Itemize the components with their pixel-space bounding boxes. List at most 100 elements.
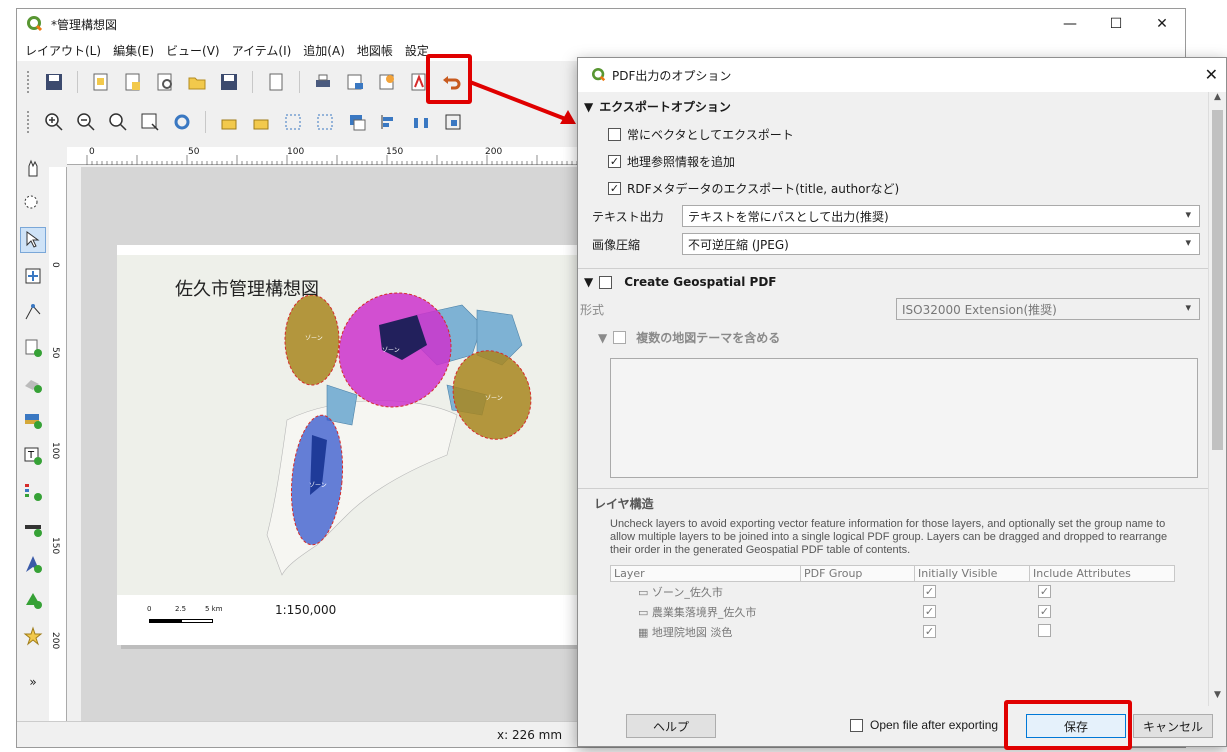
cancel-button[interactable]: キャンセル — [1133, 714, 1213, 738]
raise-icon[interactable] — [344, 109, 370, 135]
add-marker-icon[interactable] — [20, 623, 46, 649]
menu-atlas[interactable]: 地図帳 — [357, 42, 393, 59]
minimize-button[interactable]: — — [1047, 9, 1093, 39]
move-content-icon[interactable] — [20, 263, 46, 289]
themes-list[interactable] — [610, 358, 1198, 478]
zoom-actual-icon[interactable] — [105, 109, 131, 135]
themes-checkbox[interactable] — [613, 331, 627, 344]
close-button[interactable]: ✕ — [1139, 9, 1185, 39]
layer-group[interactable] — [801, 622, 915, 642]
table-row[interactable]: ▭ ゾーン_佐久市 ✓ ✓ — [611, 582, 1175, 602]
resize-icon[interactable] — [440, 109, 466, 135]
attrs-checkbox[interactable]: ✓ — [1038, 585, 1051, 599]
scale-text[interactable]: 1:150,000 — [275, 603, 336, 617]
geospatial-header[interactable]: ▼ Create Geospatial PDF — [578, 269, 1208, 295]
table-row[interactable]: ▦ 地理院地図 淡色 ✓ — [611, 622, 1175, 642]
save-icon[interactable] — [41, 69, 67, 95]
refresh-icon[interactable] — [169, 109, 195, 135]
attrs-checkbox[interactable]: ✓ — [1038, 605, 1051, 618]
menu-item[interactable]: アイテム(I) — [232, 42, 292, 59]
geospatial-checkbox[interactable] — [599, 275, 613, 289]
zoom-out-icon[interactable] — [73, 109, 99, 135]
zoom-full-icon[interactable] — [137, 109, 163, 135]
menu-edit[interactable]: 編集(E) — [113, 42, 154, 59]
format-label: 形式 — [580, 302, 605, 317]
rdf-row[interactable]: ✓ RDFメタデータのエクスポート(title, authorなど) — [578, 175, 1208, 202]
zoom-in-icon[interactable] — [41, 109, 67, 135]
export-image-icon[interactable] — [342, 69, 368, 95]
zoom-tool-icon[interactable] — [20, 191, 46, 217]
align-icon[interactable] — [376, 109, 402, 135]
add-page-icon[interactable] — [20, 335, 46, 361]
layer-table[interactable]: Layer PDF Group Initially Visible Includ… — [610, 565, 1175, 642]
georef-checkbox[interactable]: ✓ — [608, 155, 621, 168]
layer-group[interactable] — [801, 582, 915, 602]
new-layout-icon[interactable] — [88, 69, 114, 95]
open-template-icon[interactable] — [184, 69, 210, 95]
add-shape-icon[interactable] — [20, 587, 46, 613]
column-header[interactable]: PDF Group — [800, 565, 915, 582]
add-north-arrow-icon[interactable] — [20, 551, 46, 577]
print-icon[interactable] — [310, 69, 336, 95]
scroll-down-icon[interactable]: ▼ — [1209, 690, 1226, 706]
menu-layout[interactable]: レイアウト(L) — [25, 42, 101, 59]
export-options-header[interactable]: ▼ エクスポートオプション — [578, 92, 1208, 121]
add-label-icon[interactable]: T — [20, 443, 46, 469]
image-compress-label: 画像圧縮 — [592, 237, 641, 252]
edit-nodes-icon[interactable] — [20, 299, 46, 325]
text-export-select[interactable]: テキストを常にパスとして出力(推奨) — [682, 205, 1200, 227]
visible-checkbox[interactable]: ✓ — [923, 625, 936, 638]
collapse-arrow-icon[interactable]: ▼ — [584, 100, 593, 114]
group-icon[interactable] — [280, 109, 306, 135]
themes-header[interactable]: ▼ 複数の地図テーマを含める — [578, 323, 1208, 352]
add-map-icon[interactable] — [20, 371, 46, 397]
help-button[interactable]: ヘルプ — [626, 714, 716, 738]
menu-add[interactable]: 追加(A) — [303, 42, 345, 59]
format-value: ISO32000 Extension(推奨) — [902, 302, 1057, 317]
maximize-button[interactable]: ☐ — [1093, 9, 1139, 39]
column-header[interactable]: Initially Visible — [914, 565, 1030, 582]
visible-checkbox[interactable]: ✓ — [923, 585, 936, 599]
dialog-scrollbar[interactable]: ▲ ▼ — [1208, 92, 1226, 706]
column-header[interactable]: Include Attributes — [1029, 565, 1175, 582]
layer-group[interactable] — [801, 602, 915, 622]
scroll-up-icon[interactable]: ▲ — [1209, 92, 1226, 108]
page-setup-icon[interactable] — [263, 69, 289, 95]
pan-icon[interactable] — [20, 155, 46, 181]
distribute-icon[interactable] — [408, 109, 434, 135]
collapse-arrow-icon[interactable]: ▼ — [598, 331, 607, 345]
visible-checkbox[interactable]: ✓ — [923, 605, 936, 618]
unlock-items-icon[interactable] — [248, 109, 274, 135]
lock-items-icon[interactable] — [216, 109, 242, 135]
dialog-close-button[interactable]: ✕ — [1205, 65, 1218, 84]
format-select[interactable]: ISO32000 Extension(推奨) — [896, 298, 1200, 320]
always-vector-row[interactable]: 常にベクタとしてエクスポート — [578, 121, 1208, 148]
add-picture-icon[interactable] — [20, 407, 46, 433]
title-bar: *管理構想図 — ☐ ✕ — [17, 9, 1185, 39]
always-vector-checkbox[interactable] — [608, 128, 621, 141]
select-move-icon[interactable] — [20, 227, 46, 253]
export-svg-icon[interactable] — [374, 69, 400, 95]
scroll-thumb[interactable] — [1212, 110, 1223, 450]
more-tools-icon[interactable]: » — [20, 669, 46, 695]
scalebar[interactable]: 0 2.5 5 km — [147, 605, 247, 629]
layout-manager-icon[interactable] — [152, 69, 178, 95]
rdf-checkbox[interactable]: ✓ — [608, 182, 621, 195]
table-row[interactable]: ▭ 農業集落境界_佐久市 ✓ ✓ — [611, 602, 1175, 622]
duplicate-layout-icon[interactable] — [120, 69, 146, 95]
save-template-icon[interactable] — [216, 69, 242, 95]
layout-canvas[interactable]: 佐久市管理構想図 ゾーン ゾーン ゾーン ゾーン 0 2.5 5 km 1:15… — [81, 167, 601, 722]
add-legend-icon[interactable] — [20, 479, 46, 505]
image-compress-select[interactable]: 不可逆圧縮 (JPEG) — [682, 233, 1200, 255]
open-after-checkbox[interactable] — [850, 719, 863, 732]
ungroup-icon[interactable] — [312, 109, 338, 135]
attrs-checkbox[interactable] — [1038, 623, 1051, 637]
layout-page[interactable]: 佐久市管理構想図 ゾーン ゾーン ゾーン ゾーン 0 2.5 5 km 1:15… — [117, 245, 587, 645]
menu-view[interactable]: ビュー(V) — [166, 42, 220, 59]
column-header[interactable]: Layer — [610, 565, 801, 582]
collapse-arrow-icon[interactable]: ▼ — [584, 275, 593, 289]
georef-row[interactable]: ✓ 地理参照情報を追加 — [578, 148, 1208, 175]
map-title[interactable]: 佐久市管理構想図 — [175, 275, 319, 301]
open-after-label: Open file after exporting — [870, 718, 999, 732]
add-scalebar-icon[interactable] — [20, 515, 46, 541]
